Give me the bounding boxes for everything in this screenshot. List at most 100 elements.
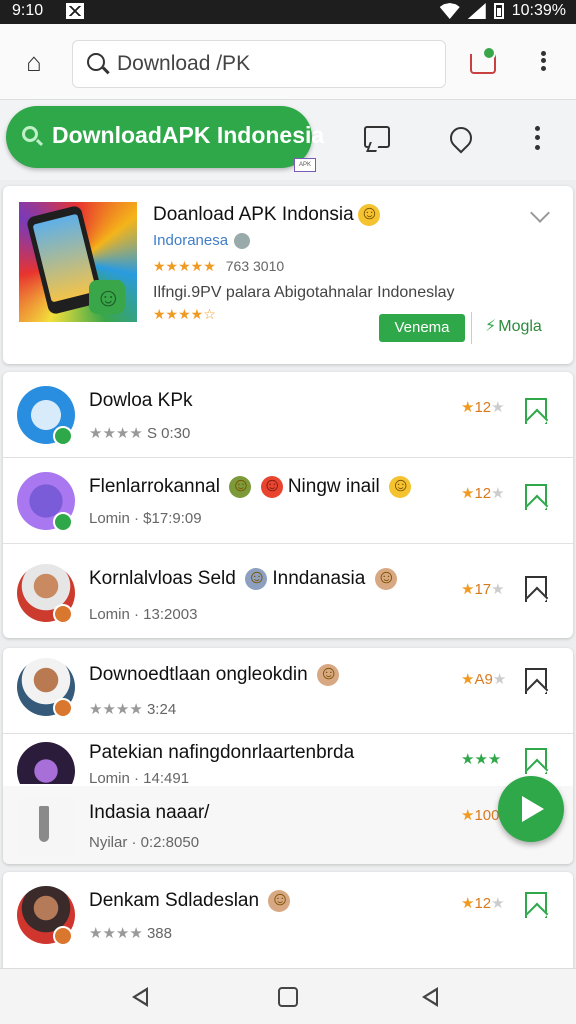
download-tray-icon[interactable] (468, 46, 500, 76)
bookmark-icon[interactable] (525, 668, 547, 694)
app-title: Downoedtlaan ongleokdin (89, 663, 339, 686)
smiley-emoji-icon (388, 475, 411, 498)
search-icon (22, 126, 38, 142)
pen-icon (17, 798, 75, 856)
chevron-down-icon[interactable] (530, 203, 550, 223)
verified-badge-icon (53, 426, 73, 446)
app-title: Kornlalvloas Seld Inndanasia (89, 567, 397, 590)
app-rating: ★12★ (461, 895, 505, 912)
chat-icon[interactable] (362, 122, 392, 152)
app-meta: Nyilar · 0:2:8050 (89, 834, 200, 851)
app-title: Flenlarrokannal Ningw inail (89, 475, 411, 498)
app-rating: ★★★ (461, 751, 502, 768)
featured-rating: ★★★★★ 763 3010 (153, 258, 285, 274)
divider (471, 312, 472, 344)
site-title-pill[interactable]: DownloadAPK Indonesia APK (6, 106, 324, 172)
app-rating: ★100 (461, 807, 500, 824)
badge-icon (53, 926, 73, 946)
status-clock: 10:39% (511, 2, 566, 19)
bookmark-icon[interactable] (525, 398, 547, 424)
app-rating: ★17★ (461, 581, 505, 598)
app-title: Indasia naaar/ (89, 802, 210, 823)
app-meta: ★★★★ S 0:30 (89, 425, 191, 442)
app-icon (17, 658, 75, 718)
bookmark-icon[interactable] (525, 748, 547, 774)
featured-rating-secondary: ★★★★☆ (153, 306, 216, 322)
system-nav-bar (0, 968, 576, 1024)
app-icon (17, 386, 75, 446)
badge-icon (53, 698, 73, 718)
face-emoji-icon (316, 663, 339, 686)
play-icon[interactable] (498, 776, 564, 842)
bolt-icon: ⚡ (485, 318, 497, 335)
face-emoji-icon (245, 567, 268, 590)
badge-icon (53, 604, 73, 624)
list-item[interactable]: Downoedtlaan ongleokdin ★★★★ 3:24 ★A9★ (3, 648, 573, 734)
status-indicators: 10:39% (439, 2, 566, 20)
list-item[interactable]: Kornlalvloas Seld Inndanasia Lomin · 13:… (3, 544, 573, 636)
more-vert-icon[interactable] (526, 124, 548, 152)
home-nav-icon[interactable] (278, 987, 298, 1007)
install-button[interactable]: Venema (379, 314, 465, 342)
face-emoji-icon (374, 567, 397, 590)
featured-app-artwork (19, 202, 137, 322)
signal-icon (467, 3, 486, 19)
featured-title: Doanload APK Indonsia (153, 203, 380, 226)
face-emoji-icon (260, 475, 283, 498)
mini-badge: APK (294, 158, 316, 172)
list-item[interactable]: Dowloa KPk ★★★★ S 0:30 ★12★ (3, 372, 573, 458)
featured-developer[interactable]: Indoranesa (153, 232, 251, 250)
app-meta: Lomin · $17:9:09 (89, 510, 202, 527)
smiley-icon (89, 280, 125, 314)
more-vert-icon[interactable] (530, 46, 556, 76)
search-input[interactable] (117, 49, 427, 79)
app-title: Denkam Sdladeslan (89, 889, 291, 912)
search-icon (87, 53, 105, 71)
search-box[interactable] (72, 40, 446, 88)
app-meta: Lomin · 13:2003 (89, 606, 198, 623)
app-icon (17, 886, 75, 946)
list-item[interactable]: Patekian nafingdonrlaartenbrda Lomin · 1… (3, 734, 573, 784)
featured-description: Ilfngi.9PV palara Abigotahnalar Indonesl… (153, 284, 455, 301)
back-icon[interactable] (132, 987, 148, 1007)
app-rating: ★12★ (461, 399, 505, 416)
list-item[interactable]: Indasia naaar/ Nyilar · 0:2:8050 ★100 (3, 786, 573, 864)
globe-icon (234, 233, 251, 250)
notification-dot (482, 46, 496, 60)
face-emoji-icon (268, 889, 291, 912)
bookmark-icon[interactable] (525, 484, 547, 510)
app-rating: ★A9★ (461, 671, 507, 688)
app-title: Patekian nafingdonrlaartenbrda (89, 742, 355, 763)
battery-icon (493, 3, 504, 19)
browser-toolbar: ⌂ (0, 24, 576, 100)
list-item[interactable]: Flenlarrokannal Ningw inail Lomin · $17:… (3, 458, 573, 544)
app-list-group: Denkam Sdladeslan ★★★★ 388 ★12★ (3, 872, 573, 968)
smiley-emoji-icon (357, 203, 380, 226)
app-meta: ★★★★ 388 (89, 925, 172, 942)
bookmark-icon[interactable] (525, 892, 547, 918)
home-icon[interactable]: ⌂ (18, 46, 50, 78)
app-icon (17, 742, 75, 784)
face-emoji-icon (229, 475, 252, 498)
status-bar: 9:10 10:39% (0, 0, 576, 24)
quick-action-link[interactable]: ⚡ Mogla (485, 316, 542, 336)
app-title: Dowloa KPk (89, 390, 193, 411)
header-strip: DownloadAPK Indonesia APK (0, 100, 576, 180)
app-rating: ★12★ (461, 485, 505, 502)
tag-icon[interactable] (446, 122, 476, 152)
app-meta: Lomin · 14:491 (89, 770, 190, 784)
app-icon (17, 472, 75, 532)
verified-badge-icon (53, 512, 73, 532)
list-item[interactable]: Denkam Sdladeslan ★★★★ 388 ★12★ (3, 872, 573, 968)
bookmark-icon[interactable] (525, 576, 547, 602)
app-list-group: Downoedtlaan ongleokdin ★★★★ 3:24 ★A9★ P… (3, 648, 573, 864)
wifi-icon (439, 3, 460, 19)
recents-icon[interactable] (422, 987, 438, 1007)
status-time: 9:10 (12, 2, 44, 19)
site-title: DownloadAPK Indonesia (52, 122, 325, 148)
notification-icon (66, 3, 84, 19)
app-list-group: Dowloa KPk ★★★★ S 0:30 ★12★ Flenlarrokan… (3, 372, 573, 638)
featured-app-card[interactable]: Doanload APK Indonsia Indoranesa ★★★★★76… (3, 186, 573, 364)
app-meta: ★★★★ 3:24 (89, 701, 177, 718)
app-icon (17, 564, 75, 624)
